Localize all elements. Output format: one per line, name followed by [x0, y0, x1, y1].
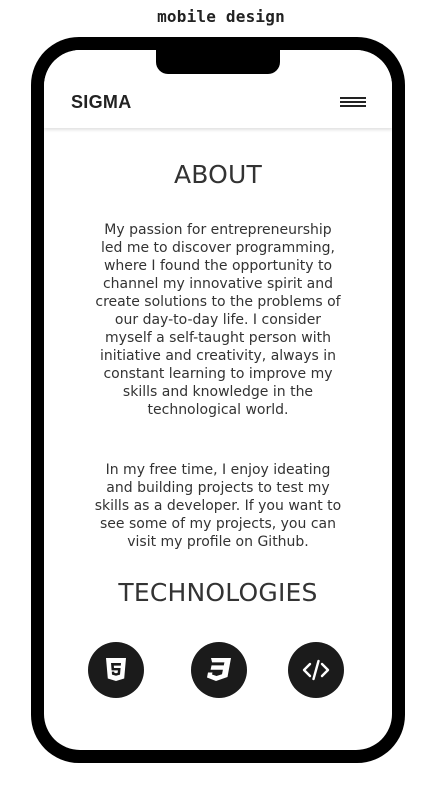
hamburger-menu-icon[interactable] — [340, 97, 366, 109]
menu-line — [340, 101, 366, 103]
html5-icon[interactable] — [88, 642, 144, 698]
menu-line — [340, 105, 366, 107]
menu-line — [340, 97, 366, 99]
phone-notch — [156, 50, 280, 74]
logo[interactable]: SIGMA — [71, 92, 132, 113]
phone-screen: SIGMA ABOUT My passion for entrepreneurs… — [44, 50, 392, 750]
about-paragraph: My passion for entrepreneurship led me t… — [95, 222, 341, 418]
about-title: ABOUT — [173, 160, 263, 189]
technologies-title: TECHNOLOGIES — [118, 578, 318, 607]
css3-icon[interactable] — [191, 642, 247, 698]
code-icon[interactable] — [288, 642, 344, 698]
about-paragraph: In my free time, I enjoy ideating and bu… — [94, 462, 342, 550]
page-caption: mobile design — [157, 7, 285, 26]
phone-frame: SIGMA ABOUT My passion for entrepreneurs… — [31, 37, 405, 763]
